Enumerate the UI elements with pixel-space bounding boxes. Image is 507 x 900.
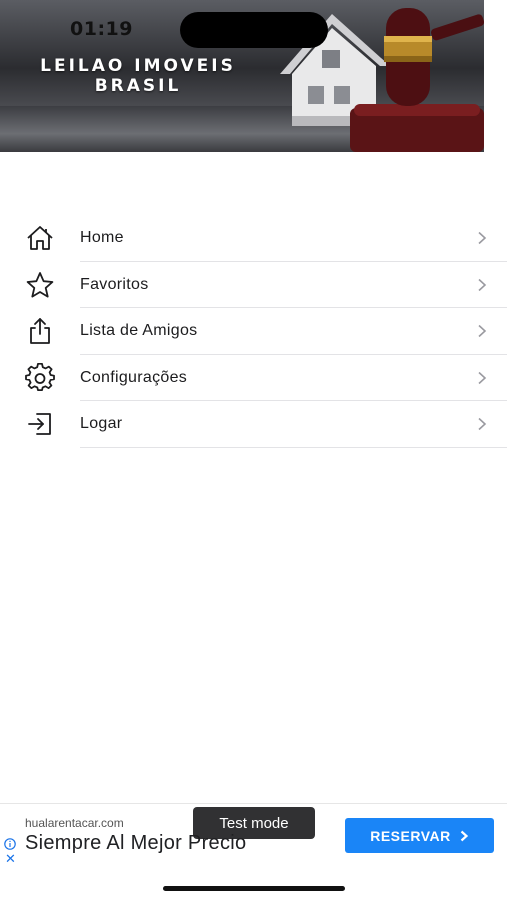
reservar-button-label: RESERVAR (370, 827, 451, 844)
chevron-right-icon (478, 371, 487, 384)
menu-item-logar[interactable]: Logar (0, 401, 507, 448)
share-icon (24, 315, 56, 347)
chevron-right-icon (478, 232, 487, 245)
menu-item-favoritos[interactable]: Favoritos (0, 262, 507, 308)
gavel-illustration (350, 8, 484, 152)
login-icon (24, 408, 56, 440)
app-title-line2: BRASIL (94, 76, 182, 96)
test-mode-badge: Test mode (193, 807, 315, 839)
gear-icon (24, 362, 56, 394)
menu-item-lista-de-amigos[interactable]: Lista de Amigos (0, 308, 507, 355)
home-indicator[interactable] (163, 886, 345, 891)
app-title: LEILAO IMOVEIS BRASIL (18, 56, 258, 96)
menu-item-configuracoes[interactable]: Configurações (0, 355, 507, 401)
menu-item-label: Logar (80, 415, 123, 433)
ad-domain: hualarentacar.com (25, 816, 124, 830)
main-menu: Home Favoritos Lista de Amigos Configura… (0, 215, 507, 448)
menu-item-label: Configurações (80, 368, 188, 386)
star-icon (24, 269, 56, 301)
status-time: 01:19 (70, 18, 133, 40)
close-icon[interactable]: ✕ (5, 852, 16, 865)
divider (80, 446, 507, 448)
chevron-right-icon (478, 325, 487, 338)
chevron-right-icon (460, 830, 468, 841)
chevron-right-icon (478, 278, 487, 291)
menu-item-label: Lista de Amigos (80, 322, 198, 340)
header-banner: 01:19 LEILAO IMOVEIS BRASIL (0, 0, 484, 152)
menu-item-home[interactable]: Home (0, 215, 507, 262)
menu-item-label: Favoritos (80, 275, 149, 293)
app-title-line1: LEILAO IMOVEIS (40, 56, 236, 76)
home-icon (24, 222, 56, 254)
dynamic-island (180, 12, 328, 48)
reservar-button[interactable]: RESERVAR (345, 818, 494, 853)
menu-item-label: Home (80, 229, 124, 247)
chevron-right-icon (478, 418, 487, 431)
info-icon[interactable] (4, 838, 16, 850)
